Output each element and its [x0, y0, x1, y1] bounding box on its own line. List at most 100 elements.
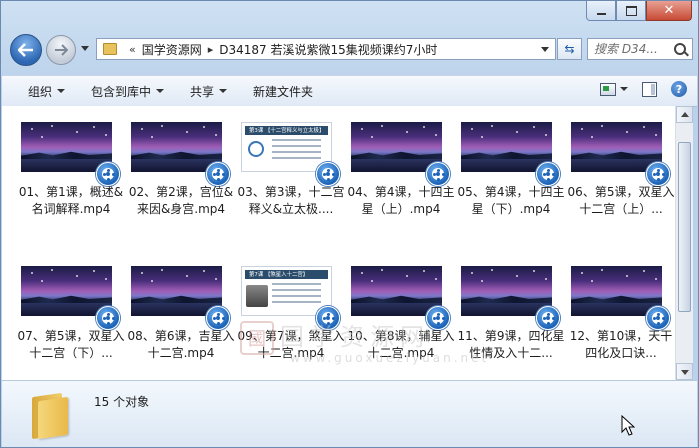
file-name: 06、第5课，双星入十二宫（上）... — [567, 185, 675, 216]
share-label: 共享 — [190, 84, 215, 99]
file-name: 05、第4课，十四主星（下）.mp4 — [457, 185, 565, 216]
video-thumbnail — [351, 266, 442, 316]
view-controls: ? — [600, 81, 687, 97]
video-thumbnail — [21, 266, 112, 316]
file-item[interactable]: 04、第4课，十四主星（上）.mp4 — [346, 118, 456, 236]
dropdown-arrow-icon — [57, 89, 66, 93]
media-player-icon — [426, 306, 450, 330]
close-icon: ✕ — [663, 3, 675, 18]
file-name: 01、第1课，概述&名词解释.mp4 — [18, 185, 124, 216]
breadcrumb-item[interactable]: D34187 若溪说紫微15集视频课约7小时 — [219, 41, 437, 58]
search-input[interactable] — [594, 40, 674, 58]
details-pane: 15 个对象 — [2, 380, 697, 447]
file-name: 08、第6课，吉星入十二宫.mp4 — [127, 329, 235, 360]
media-player-icon — [536, 306, 560, 330]
refresh-button[interactable]: ⇆ — [557, 38, 582, 60]
folder-icon — [32, 391, 72, 440]
search-box[interactable] — [587, 38, 693, 60]
document-thumbnail: 第7课 【煞星入十二宫】 — [241, 266, 332, 316]
video-thumbnail — [461, 266, 552, 316]
file-item[interactable]: 08、第6课，吉星入十二宫.mp4 — [126, 262, 236, 380]
video-thumbnail — [461, 122, 552, 172]
maximize-icon — [625, 5, 637, 16]
document-thumbnail: 第3课 【十二宫释义与立太极】 — [241, 122, 332, 172]
file-item[interactable]: 01、第1课，概述&名词解释.mp4 — [16, 118, 126, 236]
file-name: 03、第3课，十二宫释义&立太极.... — [237, 185, 345, 216]
media-player-icon — [96, 306, 120, 330]
item-count: 15 个对象 — [94, 395, 150, 409]
breadcrumb-item[interactable]: 国学资源网 — [142, 41, 202, 58]
dropdown-arrow-icon — [156, 89, 165, 93]
explorer-window: ✕ « 国学资源网 ▸ D34187 若溪说紫微15集视频课约7小时 ⇆ 组织 … — [0, 0, 699, 448]
video-thumbnail — [571, 266, 662, 316]
address-dropdown-icon[interactable] — [541, 47, 549, 52]
navigation-bar: « 国学资源网 ▸ D34187 若溪说紫微15集视频课约7小时 ⇆ — [1, 31, 698, 71]
file-item[interactable]: 02、第2课，宫位&来因&身宫.mp4 — [126, 118, 236, 236]
file-name: 07、第5课，双星入十二宫（下）... — [17, 329, 125, 360]
media-player-icon — [646, 162, 670, 186]
mouse-pointer-icon — [621, 415, 635, 436]
media-player-icon — [206, 162, 230, 186]
recent-pages-dropdown[interactable] — [81, 46, 89, 51]
video-thumbnail — [131, 266, 222, 316]
video-thumbnail — [571, 122, 662, 172]
file-name: 04、第4课，十四主星（上）.mp4 — [347, 185, 455, 216]
file-item[interactable]: 10、第8课，辅星入十二宫.mp4 — [346, 262, 456, 380]
file-item[interactable]: 05、第4课，十四主星（下）.mp4 — [456, 118, 566, 236]
file-list[interactable]: 01、第1课，概述&名词解释.mp4 02、第2课，宫位&来因&身宫.mp4 第3课… — [2, 106, 675, 380]
close-button[interactable]: ✕ — [646, 1, 692, 21]
file-item[interactable]: 12、第10课，天干四化及口诀... — [566, 262, 675, 380]
search-icon[interactable] — [674, 43, 686, 55]
thumbnail-title: 第3课 【十二宫释义与立太极】 — [249, 127, 325, 134]
arrow-left-icon — [18, 43, 33, 57]
command-bar: 组织 包含到库中 共享 新建文件夹 ? — [2, 75, 697, 107]
vertical-scrollbar[interactable] — [675, 106, 693, 380]
caption-buttons: ✕ — [586, 1, 692, 21]
minimize-button[interactable] — [586, 1, 616, 21]
scroll-up-button[interactable] — [676, 106, 693, 123]
address-overflow-chevron[interactable]: « — [129, 43, 136, 56]
media-player-icon — [316, 306, 340, 330]
video-thumbnail — [131, 122, 222, 172]
file-item[interactable]: 第3课 【十二宫释义与立太极】 03、第3课，十二宫释义&立太极.... — [236, 118, 346, 236]
preview-pane-icon[interactable] — [642, 81, 657, 97]
file-item[interactable]: 06、第5课，双星入十二宫（上）... — [566, 118, 675, 236]
minimize-icon — [596, 13, 606, 15]
video-thumbnail — [351, 122, 442, 172]
file-item[interactable]: 11、第9课，四化星性情及入十二... — [456, 262, 566, 380]
refresh-icon: ⇆ — [564, 42, 575, 56]
file-name: 02、第2课，宫位&来因&身宫.mp4 — [128, 185, 234, 216]
breadcrumb-separator-icon[interactable]: ▸ — [208, 43, 214, 56]
file-item[interactable]: 07、第5课，双星入十二宫（下）... — [16, 262, 126, 380]
scroll-thumb[interactable] — [678, 142, 691, 312]
file-item[interactable]: 第7课 【煞星入十二宫】 09、第7课，煞星入十二宫.mp4 — [236, 262, 346, 380]
media-player-icon — [426, 162, 450, 186]
new-folder-button[interactable]: 新建文件夹 — [253, 83, 313, 100]
arrow-right-icon — [55, 44, 68, 56]
forward-button[interactable] — [46, 35, 76, 65]
include-in-library-menu[interactable]: 包含到库中 — [91, 83, 165, 100]
file-name: 10、第8课，辅星入十二宫.mp4 — [347, 329, 455, 360]
maximize-button[interactable] — [616, 1, 646, 21]
change-view-icon[interactable] — [600, 82, 616, 96]
media-player-icon — [646, 306, 670, 330]
media-player-icon — [536, 162, 560, 186]
file-name: 12、第10课，天干四化及口诀... — [569, 329, 673, 360]
organize-menu[interactable]: 组织 — [28, 83, 66, 100]
back-button[interactable] — [10, 34, 42, 66]
media-player-icon — [96, 162, 120, 186]
media-player-icon — [206, 306, 230, 330]
include-in-library-label: 包含到库中 — [91, 84, 152, 99]
video-thumbnail — [21, 122, 112, 172]
scroll-down-button[interactable] — [676, 363, 693, 380]
help-icon[interactable]: ? — [671, 81, 687, 97]
thumbnail-title: 第7课 【煞星入十二宫】 — [249, 271, 309, 278]
folder-icon — [103, 43, 117, 55]
file-grid: 01、第1课，概述&名词解释.mp4 02、第2课，宫位&来因&身宫.mp4 第3课… — [16, 118, 675, 380]
view-options-dropdown[interactable] — [620, 87, 628, 91]
address-bar[interactable]: « 国学资源网 ▸ D34187 若溪说紫微15集视频课约7小时 — [96, 38, 556, 60]
dropdown-arrow-icon — [219, 89, 228, 93]
file-name: 09、第7课，煞星入十二宫.mp4 — [237, 329, 345, 360]
organize-label: 组织 — [28, 84, 53, 99]
share-menu[interactable]: 共享 — [190, 83, 228, 100]
